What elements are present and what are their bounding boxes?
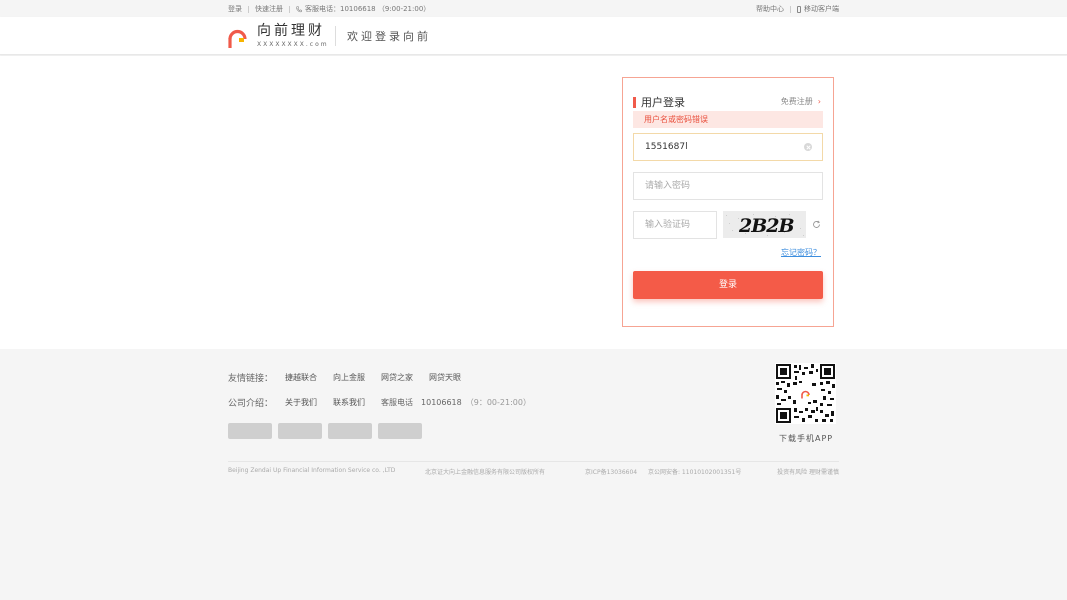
username-value: 1551687l (645, 142, 688, 152)
mobile-phone-icon (797, 5, 801, 13)
brand-name: 向前理财 (257, 23, 325, 39)
captcha-graphic: 2B2B (723, 211, 806, 238)
footer-divider (228, 461, 839, 462)
captcha-text: 2B2B (738, 215, 794, 237)
risk-notice: 投资有风险 理财需谨慎 (777, 469, 839, 476)
footer-phone-label: 客服电话 (381, 398, 414, 407)
copyright-cn: 北京证大向上金融信息服务有限公司版权所有 (425, 469, 546, 476)
welcome-text: 欢迎登录向前 (347, 30, 431, 43)
certification-badge[interactable] (278, 423, 322, 439)
footer-phone-number: 10106618 (421, 398, 462, 407)
free-register-link[interactable]: 免费注册 › (781, 96, 821, 107)
main-content (0, 56, 1067, 349)
captcha-image[interactable]: 2B2B (723, 211, 806, 238)
site-header: 向前理财 XXXXXXXX.com 欢迎登录向前 (0, 17, 1067, 55)
chevron-right-icon: › (817, 97, 821, 106)
friend-link[interactable]: 向上金服 (333, 372, 365, 383)
top-login-link[interactable]: 登录 (228, 4, 242, 14)
friend-links-row: 友情链接： 捷越联合 向上金服 网贷之家 网贷天眼 (228, 371, 477, 384)
certification-badge[interactable] (328, 423, 372, 439)
login-title-text: 用户登录 (641, 96, 685, 109)
error-message: 用户名或密码错误 (633, 111, 823, 128)
certification-badge[interactable] (228, 423, 272, 439)
friend-link[interactable]: 网贷之家 (381, 372, 413, 383)
divider (248, 5, 249, 13)
login-panel: 用户登录 免费注册 › 用户名或密码错误 1551687l 请输入密码 输入验证… (622, 77, 834, 327)
mobile-client-link[interactable]: 移动客户端 (804, 4, 839, 14)
brand-domain: XXXXXXXX.com (257, 41, 329, 48)
username-input[interactable]: 1551687l (633, 133, 823, 161)
divider (790, 5, 791, 13)
password-input[interactable]: 请输入密码 (633, 172, 823, 200)
footer-phone-hours: （9：00-21:00） (465, 398, 531, 407)
brand-logo[interactable]: 向前理财 XXXXXXXX.com (228, 24, 329, 48)
clear-input-icon[interactable] (804, 143, 812, 151)
friend-link[interactable]: 网贷天眼 (429, 372, 461, 383)
copyright-en: Beijing Zendai Up Financial Information … (228, 467, 396, 474)
phone-icon (296, 5, 302, 12)
free-register-label: 免费注册 (780, 97, 813, 106)
icp-number[interactable]: 京ICP备13036604 (585, 467, 637, 476)
top-hotline: 客服电话：10106618 （9:00-21:00） (305, 5, 431, 13)
police-record[interactable]: 京公网安备: 11010102001351号 (648, 467, 741, 476)
company-intro-label: 公司介绍： (228, 399, 274, 409)
refresh-icon[interactable] (812, 220, 821, 229)
captcha-input[interactable]: 输入验证码 (633, 211, 717, 239)
forgot-password-link[interactable]: 忘记密码？ (781, 247, 821, 258)
app-qr-code (775, 363, 836, 424)
logo-mark-icon (228, 29, 247, 48)
top-quick-register-link[interactable]: 快速注册 (255, 4, 283, 14)
help-center-link[interactable]: 帮助中心 (756, 4, 784, 14)
about-us-link[interactable]: 关于我们 (285, 397, 317, 408)
friend-links-label: 友情链接： (228, 374, 274, 384)
certification-badge[interactable] (378, 423, 422, 439)
login-title: 用户登录 (633, 94, 685, 110)
divider (289, 5, 290, 13)
friend-link[interactable]: 捷越联合 (285, 372, 317, 383)
company-intro-row: 公司介绍： 关于我们 联系我们 客服电话 10106618 （9：00-21:0… (228, 396, 531, 409)
header-divider (335, 26, 336, 46)
title-accent-bar (633, 96, 636, 108)
top-utility-bar: 登录 快速注册 客服电话：10106618 （9:00-21:00） 帮助中心 … (0, 0, 1067, 17)
qr-caption: 下载手机APP (779, 434, 834, 443)
login-button[interactable]: 登录 (633, 271, 823, 299)
certification-badges (228, 423, 422, 439)
contact-us-link[interactable]: 联系我们 (333, 397, 365, 408)
